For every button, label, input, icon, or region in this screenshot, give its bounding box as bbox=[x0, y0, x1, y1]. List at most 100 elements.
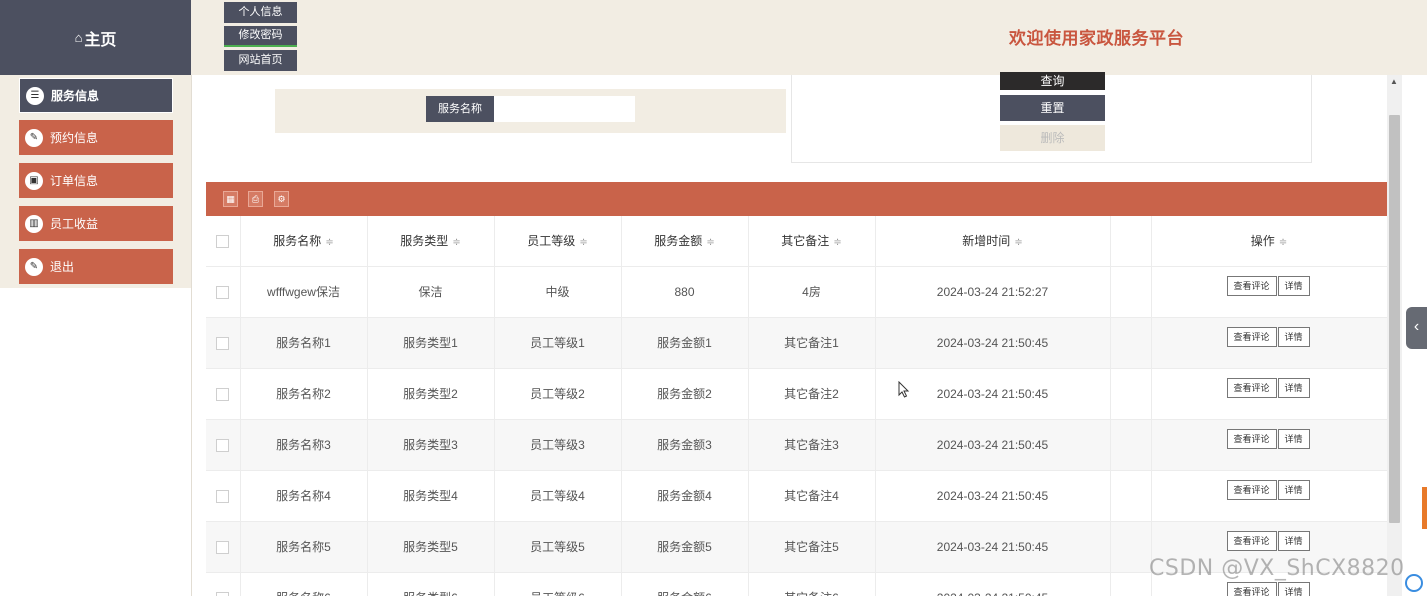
print-icon[interactable]: ⎙ bbox=[248, 191, 263, 207]
table-row[interactable]: 服务名称2 服务类型2 员工等级2 服务金额2 其它备注2 2024-03-24… bbox=[206, 368, 1387, 420]
home-label: 主页 bbox=[84, 31, 117, 49]
details-button[interactable]: 详情 bbox=[1277, 530, 1310, 551]
row-select-cell bbox=[206, 317, 241, 369]
row-checkbox[interactable] bbox=[216, 285, 230, 299]
sort-icon[interactable]: ≑ bbox=[325, 237, 333, 248]
sidebar-item-appointments[interactable]: ✎ 预约信息 bbox=[19, 120, 173, 155]
staff-level-cell: 员工等级4 bbox=[494, 470, 622, 522]
service-name-cell: 服务名称3 bbox=[240, 419, 368, 471]
settings-icon[interactable]: ⚙ bbox=[274, 191, 289, 207]
sort-icon[interactable]: ≑ bbox=[579, 237, 587, 248]
view-reviews-button[interactable]: 查看评论 bbox=[1226, 581, 1277, 596]
sidebar-item-label: 服务信息 bbox=[51, 89, 100, 103]
profile-link[interactable]: 个人信息 bbox=[224, 2, 297, 23]
view-reviews-button[interactable]: 查看评论 bbox=[1226, 377, 1277, 398]
operations-cell: 查看评论 详情 bbox=[1150, 470, 1387, 522]
top-bar: ⌂ 主页 个人信息 修改密码 网站首页 欢迎使用家政服务平台 bbox=[0, 0, 1427, 75]
details-button[interactable]: 详情 bbox=[1277, 479, 1310, 500]
view-reviews-button[interactable]: 查看评论 bbox=[1226, 428, 1277, 449]
select-all-checkbox[interactable] bbox=[216, 234, 230, 248]
details-button[interactable]: 详情 bbox=[1277, 377, 1310, 398]
details-button[interactable]: 详情 bbox=[1277, 326, 1310, 347]
home-link[interactable]: ⌂ 主页 bbox=[0, 0, 191, 75]
search-box: 服务名称 bbox=[275, 89, 786, 133]
table-toolbar: ▦ ⎙ ⚙ bbox=[206, 182, 1387, 216]
operations-cell: 查看评论 详情 bbox=[1150, 317, 1387, 369]
service-type-cell: 保洁 bbox=[367, 266, 495, 318]
column-header[interactable]: 服务名称 ≑ bbox=[240, 216, 368, 267]
created-time-cell: 2024-03-24 21:50:45 bbox=[875, 470, 1111, 522]
service-type-cell: 服务类型4 bbox=[367, 470, 495, 522]
column-header[interactable]: 服务类型 ≑ bbox=[367, 216, 495, 267]
row-select-cell bbox=[206, 368, 241, 420]
view-reviews-button[interactable]: 查看评论 bbox=[1226, 530, 1277, 551]
details-button[interactable]: 详情 bbox=[1277, 428, 1310, 449]
service-amount-cell: 服务金额2 bbox=[621, 368, 749, 420]
staff-level-cell: 员工等级5 bbox=[494, 521, 622, 573]
search-label: 服务名称 bbox=[426, 96, 494, 122]
delete-button[interactable]: 删除 bbox=[1000, 125, 1105, 151]
view-reviews-button[interactable]: 查看评论 bbox=[1226, 326, 1277, 347]
row-select-cell bbox=[206, 521, 241, 573]
row-select-cell bbox=[206, 572, 241, 596]
sort-icon[interactable]: ≑ bbox=[452, 237, 460, 248]
row-checkbox[interactable] bbox=[216, 336, 230, 350]
page-scrollbar[interactable]: ▲ bbox=[1387, 75, 1402, 596]
table-row[interactable]: 服务名称3 服务类型3 员工等级3 服务金额3 其它备注3 2024-03-24… bbox=[206, 419, 1387, 471]
column-header[interactable]: 其它备注 ≑ bbox=[748, 216, 876, 267]
staff-level-cell: 员工等级3 bbox=[494, 419, 622, 471]
operations-cell: 查看评论 详情 bbox=[1150, 368, 1387, 420]
row-checkbox[interactable] bbox=[216, 438, 230, 452]
row-checkbox[interactable] bbox=[216, 540, 230, 554]
created-time-cell: 2024-03-24 21:50:45 bbox=[875, 368, 1111, 420]
sort-icon[interactable]: ≑ bbox=[1279, 237, 1287, 248]
list-icon: ☰ bbox=[26, 86, 44, 105]
column-header[interactable]: 员工等级 ≑ bbox=[494, 216, 622, 267]
service-amount-cell: 服务金额4 bbox=[621, 470, 749, 522]
column-header[interactable]: 新增时间 ≑ bbox=[875, 216, 1111, 267]
sidebar: ☰ 服务信息 ✎ 预约信息 ▣ 订单信息 ▥ 员工收益 ✎ 退出 bbox=[0, 75, 191, 288]
view-reviews-button[interactable]: 查看评论 bbox=[1226, 479, 1277, 500]
service-name-cell: 服务名称1 bbox=[240, 317, 368, 369]
service-type-cell: 服务类型1 bbox=[367, 317, 495, 369]
scroll-thumb[interactable] bbox=[1389, 115, 1400, 523]
sidebar-item-logout[interactable]: ✎ 退出 bbox=[19, 249, 173, 284]
column-header[interactable]: 操作 ≑ bbox=[1150, 216, 1387, 267]
table-row[interactable]: wfffwgew保洁 保洁 中级 880 4房 2024-03-24 21:52… bbox=[206, 266, 1387, 318]
table-row[interactable]: 服务名称1 服务类型1 员工等级1 服务金额1 其它备注1 2024-03-24… bbox=[206, 317, 1387, 369]
table-row[interactable]: 服务名称4 服务类型4 员工等级4 服务金额4 其它备注4 2024-03-24… bbox=[206, 470, 1387, 522]
staff-level-cell: 中级 bbox=[494, 266, 622, 318]
spacer-cell bbox=[1110, 216, 1152, 267]
operations-cell: 查看评论 详情 bbox=[1150, 266, 1387, 318]
sidebar-item-label: 预约信息 bbox=[50, 131, 99, 145]
sidebar-item-orders[interactable]: ▣ 订单信息 bbox=[19, 163, 173, 198]
remark-cell: 其它备注3 bbox=[748, 419, 876, 471]
service-name-cell: 服务名称5 bbox=[240, 521, 368, 573]
service-amount-cell: 服务金额3 bbox=[621, 419, 749, 471]
chevron-left-icon[interactable]: ‹ bbox=[1406, 307, 1427, 349]
view-reviews-button[interactable]: 查看评论 bbox=[1226, 275, 1277, 296]
site-home-link[interactable]: 网站首页 bbox=[224, 50, 297, 71]
sidebar-item-service-info[interactable]: ☰ 服务信息 bbox=[19, 78, 173, 113]
service-type-cell: 服务类型3 bbox=[367, 419, 495, 471]
sidebar-item-earnings[interactable]: ▥ 员工收益 bbox=[19, 206, 173, 241]
column-header[interactable]: 服务金额 ≑ bbox=[621, 216, 749, 267]
sort-icon[interactable]: ≑ bbox=[706, 237, 714, 248]
service-name-input[interactable] bbox=[494, 96, 635, 122]
sort-icon[interactable]: ≑ bbox=[1014, 237, 1022, 248]
service-amount-cell: 服务金额1 bbox=[621, 317, 749, 369]
row-checkbox[interactable] bbox=[216, 387, 230, 401]
query-button[interactable]: 查询 bbox=[1000, 72, 1105, 90]
details-button[interactable]: 详情 bbox=[1277, 581, 1310, 596]
sort-icon[interactable]: ≑ bbox=[833, 237, 841, 248]
remark-cell: 4房 bbox=[748, 266, 876, 318]
created-time-cell: 2024-03-24 21:52:27 bbox=[875, 266, 1111, 318]
row-checkbox[interactable] bbox=[216, 489, 230, 503]
change-password-link[interactable]: 修改密码 bbox=[224, 26, 297, 47]
reset-button[interactable]: 重置 bbox=[1000, 95, 1105, 121]
scroll-up-arrow-icon[interactable]: ▲ bbox=[1390, 77, 1398, 86]
side-tab[interactable] bbox=[1422, 487, 1427, 529]
export-icon[interactable]: ▦ bbox=[223, 191, 238, 207]
row-checkbox[interactable] bbox=[216, 591, 230, 596]
details-button[interactable]: 详情 bbox=[1277, 275, 1310, 296]
